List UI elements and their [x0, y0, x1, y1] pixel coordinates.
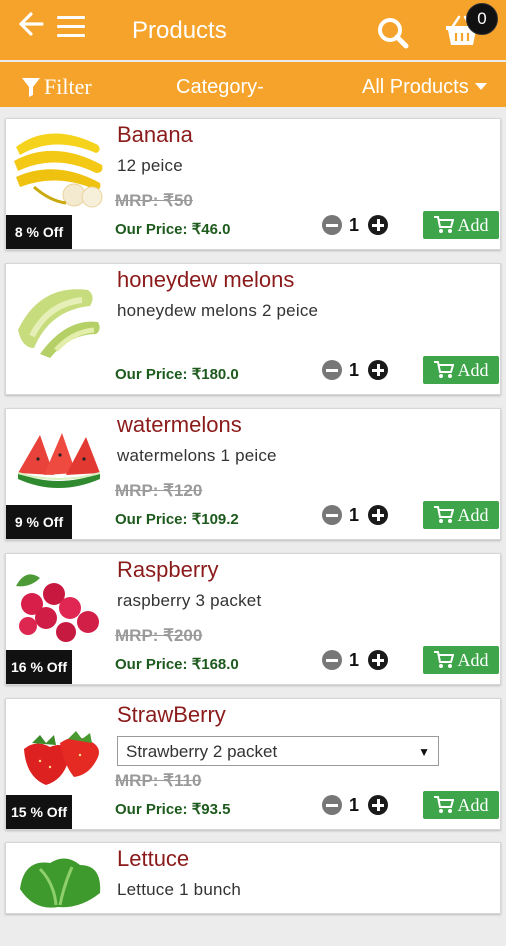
filter-label: Filter — [44, 74, 92, 99]
product-card-watermelons[interactable]: 9 % Off watermelons watermelons 1 peice … — [5, 408, 501, 540]
cart-count-badge[interactable]: 0 — [466, 3, 498, 35]
plus-icon[interactable] — [368, 360, 388, 380]
product-card-honeydew-melons[interactable]: honeydew melons honeydew melons 2 peice … — [5, 263, 501, 395]
discount-badge: 8 % Off — [6, 215, 72, 249]
product-name[interactable]: StrawBerry — [117, 702, 226, 728]
quantity-stepper: 1 — [322, 793, 392, 817]
search-icon[interactable] — [376, 16, 410, 50]
quantity-stepper: 1 — [322, 503, 392, 527]
all-products-label: All Products — [362, 76, 469, 98]
product-description: raspberry 3 packet — [117, 591, 262, 610]
filter-bar: Filter Category- All Products — [0, 62, 506, 107]
variant-select[interactable]: Strawberry 2 packet ▼ — [117, 736, 439, 766]
add-button-label: Add — [457, 795, 489, 815]
discount-badge: 16 % Off — [6, 650, 72, 684]
quantity-stepper: 1 — [322, 358, 392, 382]
category-selector[interactable]: Category- — [176, 76, 264, 98]
banana-image — [10, 125, 106, 217]
filter-button[interactable]: Filter — [22, 75, 92, 99]
minus-icon[interactable] — [322, 215, 342, 235]
page-title: Products — [132, 17, 227, 44]
plus-icon[interactable] — [368, 215, 388, 235]
dropdown-arrow-icon: ▼ — [418, 745, 430, 759]
quantity-stepper: 1 — [322, 648, 392, 672]
add-button-label: Add — [457, 505, 489, 525]
add-to-cart-button[interactable]: Add — [423, 211, 499, 239]
back-arrow-icon[interactable] — [18, 10, 44, 40]
minus-icon[interactable] — [322, 360, 342, 380]
product-name[interactable]: watermelons — [117, 412, 242, 438]
plus-icon[interactable] — [368, 795, 388, 815]
add-to-cart-button[interactable]: Add — [423, 356, 499, 384]
strawberry-image — [10, 705, 106, 797]
add-to-cart-button[interactable]: Add — [423, 646, 499, 674]
cart-icon — [433, 651, 454, 668]
product-card-banana[interactable]: 8 % Off Banana 12 peice MRP: ₹50 Our Pri… — [5, 118, 501, 250]
cart-icon — [433, 361, 454, 378]
caret-down-icon — [474, 83, 487, 90]
menu-icon[interactable] — [57, 16, 85, 38]
mrp-price: MRP: ₹200 — [115, 626, 203, 645]
watermelon-image — [10, 415, 106, 507]
lettuce-image — [10, 849, 106, 941]
cart-icon — [433, 506, 454, 523]
our-price: Our Price: ₹93.5 — [115, 801, 231, 818]
top-app-bar: Products 0 — [0, 0, 506, 60]
minus-icon[interactable] — [322, 650, 342, 670]
quantity-value: 1 — [349, 795, 360, 815]
cart-icon — [433, 796, 454, 813]
mrp-price: MRP: ₹120 — [115, 481, 203, 500]
product-name[interactable]: Banana — [117, 122, 193, 148]
minus-icon[interactable] — [322, 505, 342, 525]
our-price: Our Price: ₹180.0 — [115, 366, 239, 383]
product-card-strawberry[interactable]: 15 % Off StrawBerry Strawberry 2 packet ▼… — [5, 698, 501, 830]
cart-icon — [433, 216, 454, 233]
discount-badge: 15 % Off — [6, 795, 72, 829]
add-button-label: Add — [457, 215, 489, 235]
our-price: Our Price: ₹109.2 — [115, 511, 239, 528]
quantity-value: 1 — [349, 650, 360, 670]
product-card-raspberry[interactable]: 16 % Off Raspberry raspberry 3 packet MR… — [5, 553, 501, 685]
add-to-cart-button[interactable]: Add — [423, 501, 499, 529]
honeydew-melon-image — [10, 270, 106, 362]
raspberry-image — [10, 560, 106, 652]
our-price: Our Price: ₹46.0 — [115, 221, 231, 238]
quantity-value: 1 — [349, 505, 360, 525]
quantity-value: 1 — [349, 215, 360, 235]
all-products-dropdown[interactable]: All Products — [362, 76, 487, 98]
add-button-label: Add — [457, 360, 489, 380]
add-button-label: Add — [457, 650, 489, 670]
mrp-price: MRP: ₹50 — [115, 191, 193, 210]
product-card-lettuce[interactable]: Lettuce Lettuce 1 bunch — [5, 842, 501, 914]
product-description: Lettuce 1 bunch — [117, 880, 241, 899]
product-name[interactable]: honeydew melons — [117, 267, 294, 293]
variant-selected-value: Strawberry 2 packet — [126, 742, 278, 761]
filter-icon — [22, 78, 40, 97]
minus-icon[interactable] — [322, 795, 342, 815]
our-price: Our Price: ₹168.0 — [115, 656, 239, 673]
plus-icon[interactable] — [368, 650, 388, 670]
discount-badge: 9 % Off — [6, 505, 72, 539]
product-description: honeydew melons 2 peice — [117, 301, 319, 320]
quantity-value: 1 — [349, 360, 360, 380]
quantity-stepper: 1 — [322, 213, 392, 237]
plus-icon[interactable] — [368, 505, 388, 525]
add-to-cart-button[interactable]: Add — [423, 791, 499, 819]
product-name[interactable]: Raspberry — [117, 557, 218, 583]
product-description: 12 peice — [117, 156, 183, 175]
product-name[interactable]: Lettuce — [117, 846, 189, 872]
mrp-price: MRP: ₹110 — [115, 771, 202, 790]
product-description: watermelons 1 peice — [117, 446, 277, 465]
